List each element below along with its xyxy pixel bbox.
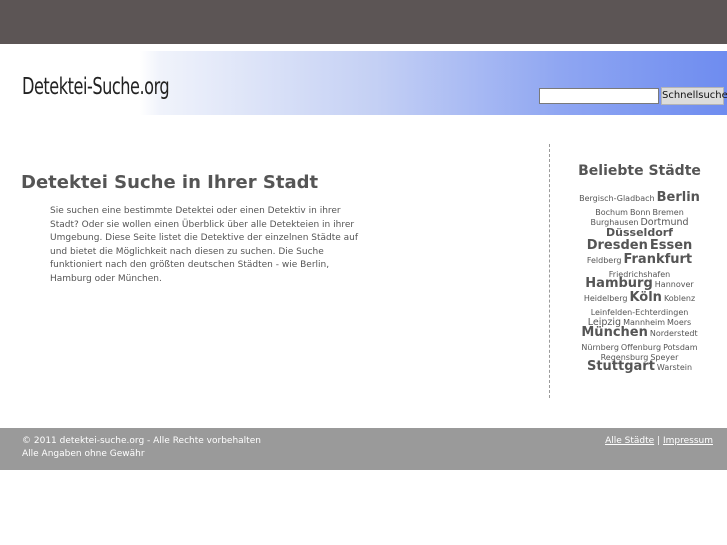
tag-cloud-row: Hamburg Hannover [552,274,727,290]
tag-cloud-row: Heidelberg Köln Koblenz [552,288,727,304]
footer-copyright: © 2011 detektei-suche.org - Alle Rechte … [22,436,261,446]
tag-cloud-row: Regensburg Speyer [552,347,727,362]
tag-cloud-row: Nürnberg Offenburg Potsdam [552,337,727,352]
search-input[interactable] [539,88,659,104]
tag-cloud-row: Stuttgart Warstein [552,357,727,373]
tag-cloud-row: Düsseldorf [552,223,727,238]
tag-cloud-row: Bergisch-Gladbach Berlin [552,188,727,204]
imprint-link[interactable]: Impressum [663,436,713,446]
tag-cloud-row: Leinfelden-Echterdingen [552,302,727,317]
quick-search-button[interactable]: Schnellsuche [661,87,727,105]
site-logo[interactable]: Detektei-Suche.org [22,74,170,100]
city-tag-link[interactable]: Stuttgart [587,360,655,373]
tag-cloud-row: Bochum Bonn Bremen [552,202,727,217]
tag-cloud-row: München Norderstedt [552,323,727,339]
tag-cloud-row: Leipzig Mannheim Moers [552,312,727,327]
page-title: Detektei Suche in Ihrer Stadt [21,172,319,193]
tag-cloud-row: Feldberg Frankfurt [552,250,727,266]
footer-disclaimer: Alle Angaben ohne Gewähr [22,449,145,459]
footer-separator: | [657,436,661,446]
sidebar-divider [549,144,550,398]
all-cities-link[interactable]: Alle Städte [605,436,654,446]
sidebar-title: Beliebte Städte [578,163,701,179]
footer-links: Alle Städte | Impressum [605,436,713,446]
top-bar [0,0,727,44]
city-tag-link[interactable]: Warstein [657,364,692,372]
tag-cloud-row: Dresden Essen [552,236,727,252]
tag-cloud-row: Burghausen Dortmund [552,212,727,227]
intro-text: Sie suchen eine bestimmte Detektei oder … [50,206,359,284]
tag-cloud-row: Friedrichshafen [552,264,727,279]
city-tag-cloud: Bergisch-Gladbach Berlin Bochum Bonn Bremen B… [552,188,727,373]
